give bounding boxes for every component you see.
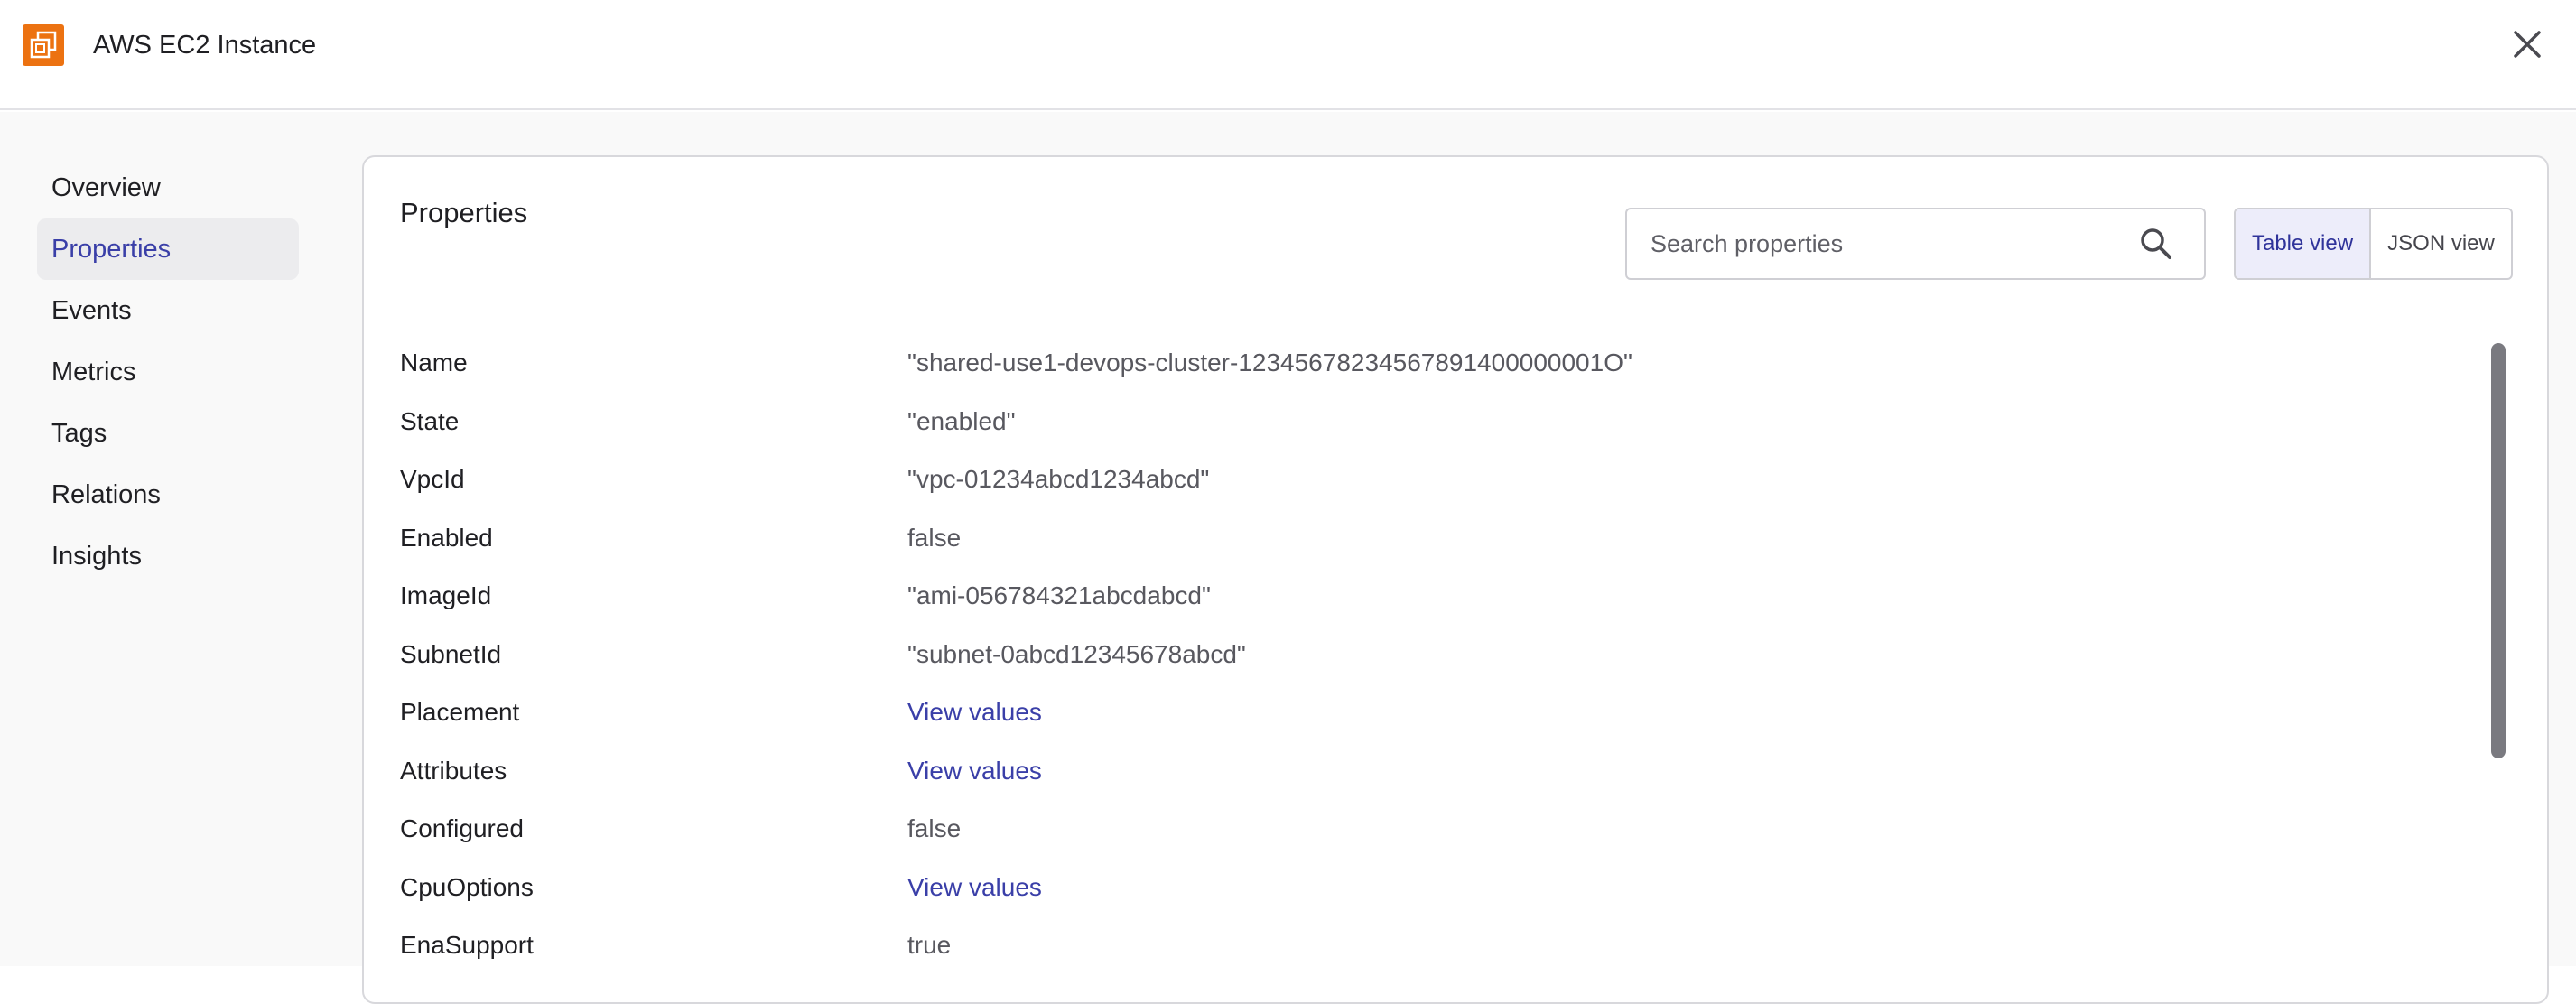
property-key: ImageId: [400, 581, 492, 610]
section-title: Properties: [400, 197, 528, 228]
property-key: Attributes: [400, 756, 507, 785]
close-icon[interactable]: [2506, 23, 2548, 65]
table-row: State "enabled": [400, 393, 2477, 451]
sidebar-item-overview[interactable]: Overview: [37, 157, 299, 218]
sidebar-item-insights[interactable]: Insights: [37, 525, 299, 587]
view-values-link[interactable]: View values: [907, 757, 1042, 786]
property-key: VpcId: [400, 465, 465, 494]
json-view-button[interactable]: JSON view: [2371, 209, 2511, 278]
property-key: CpuOptions: [400, 872, 534, 901]
property-key: State: [400, 406, 460, 435]
dialog-header: AWS EC2 Instance: [0, 0, 2576, 110]
scrollbar[interactable]: [2491, 343, 2506, 1002]
table-row: SubnetId "subnet-0abcd12345678abcd": [400, 626, 2477, 684]
table-row: Attributes View values: [400, 742, 2477, 801]
sidebar-item-tags[interactable]: Tags: [37, 403, 299, 464]
sidebar-item-properties[interactable]: Properties: [37, 218, 299, 280]
table-row: VpcId "vpc-01234abcd1234abcd": [400, 451, 2477, 509]
property-value: false: [907, 523, 962, 552]
sidebar-item-metrics[interactable]: Metrics: [37, 341, 299, 403]
property-key: Configured: [400, 814, 524, 843]
sidebar-item-label: Relations: [51, 479, 161, 509]
sidebar-item-label: Events: [51, 295, 132, 325]
table-row: ImageId "ami-056784321abcdabcd": [400, 567, 2477, 626]
search-box[interactable]: [1625, 208, 2206, 280]
property-value: "subnet-0abcd12345678abcd": [907, 639, 1246, 668]
table-row: Name "shared-use1-devops-cluster-1234567…: [400, 334, 2477, 393]
table-row: Enabled false: [400, 509, 2477, 568]
property-key: SubnetId: [400, 639, 502, 668]
sidebar-item-label: Properties: [51, 234, 172, 264]
dialog-body: Overview Properties Events Metrics Tags …: [0, 112, 2576, 1004]
property-key: Name: [400, 349, 468, 377]
search-input[interactable]: [1649, 209, 2136, 278]
property-key: Enabled: [400, 523, 493, 552]
property-value: true: [907, 931, 952, 960]
table-row: CpuOptions View values: [400, 859, 2477, 917]
sidebar-nav: Overview Properties Events Metrics Tags …: [37, 157, 299, 587]
property-key: EnaSupport: [400, 931, 534, 960]
property-value: "vpc-01234abcd1234abcd": [907, 465, 1210, 494]
property-value: false: [907, 814, 962, 843]
scrollbar-thumb[interactable]: [2491, 343, 2506, 758]
sidebar-item-relations[interactable]: Relations: [37, 464, 299, 525]
table-view-button[interactable]: Table view: [2236, 209, 2371, 278]
sidebar-item-events[interactable]: Events: [37, 280, 299, 341]
property-value: "enabled": [907, 406, 1016, 435]
view-toggle: Table view JSON view: [2234, 208, 2513, 280]
table-row: Placement View values: [400, 683, 2477, 742]
property-value: "shared-use1-devops-cluster-123456782345…: [907, 349, 1632, 377]
close-button[interactable]: [2506, 23, 2548, 65]
table-row: Configured false: [400, 800, 2477, 859]
ec2-instance-icon: [23, 24, 64, 66]
view-values-link[interactable]: View values: [907, 873, 1042, 902]
properties-card: Properties Table view JSON view Name "sh…: [362, 155, 2549, 1004]
sidebar-item-label: Tags: [51, 418, 107, 448]
property-key: Placement: [400, 698, 520, 727]
sidebar-item-label: Metrics: [51, 357, 136, 386]
sidebar-item-label: Overview: [51, 172, 161, 202]
page-title: AWS EC2 Instance: [93, 31, 317, 60]
properties-table: Name "shared-use1-devops-cluster-1234567…: [400, 334, 2477, 975]
property-value: "ami-056784321abcdabcd": [907, 581, 1211, 610]
view-values-link[interactable]: View values: [907, 698, 1042, 727]
sidebar-item-label: Insights: [51, 541, 142, 571]
search-icon[interactable]: [2138, 226, 2174, 262]
